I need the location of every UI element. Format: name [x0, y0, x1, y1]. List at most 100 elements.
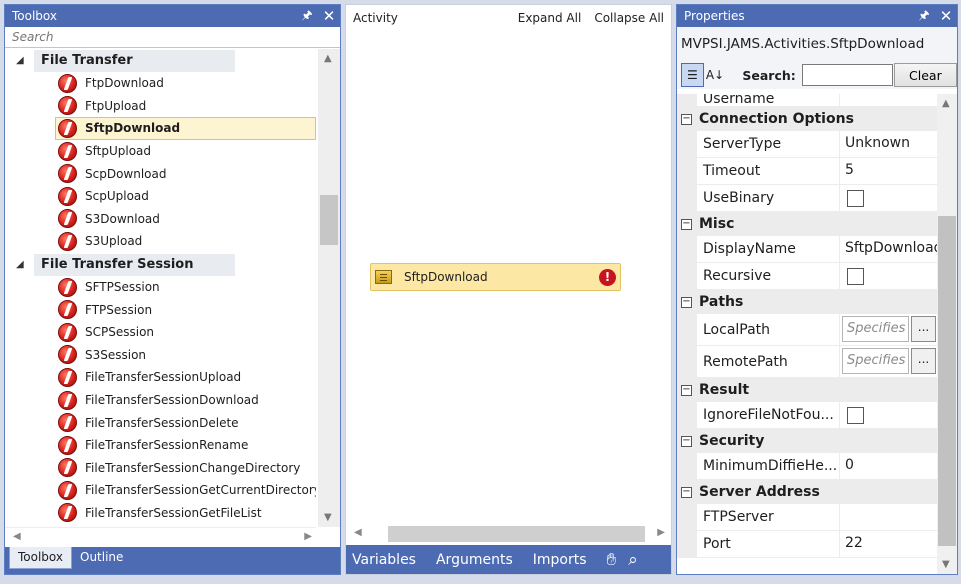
- close-icon[interactable]: ✕: [318, 7, 340, 25]
- arguments-tab[interactable]: Arguments: [436, 552, 513, 568]
- toolbox-item-session-change-directory[interactable]: FileTransferSessionChangeDirectory: [5, 457, 316, 480]
- category-security[interactable]: − Security: [677, 429, 937, 453]
- designer-horizontal-scrollbar[interactable]: ◀ ▶: [346, 523, 671, 545]
- toolbox-item-label: ScpUpload: [85, 189, 149, 204]
- remotepath-ellipsis-button[interactable]: ...: [911, 348, 936, 374]
- property-value[interactable]: 5: [840, 158, 937, 184]
- scrollbar-thumb[interactable]: [320, 195, 338, 245]
- activity-sftpdownload[interactable]: SftpDownload !: [370, 263, 621, 291]
- collapse-minus-icon[interactable]: −: [681, 384, 692, 396]
- close-icon[interactable]: ✕: [935, 7, 957, 25]
- toolbox-search-input[interactable]: [12, 30, 312, 44]
- remotepath-expression-input[interactable]: Specifies: [842, 348, 909, 374]
- property-row-servertype[interactable]: ServerType Unknown: [677, 131, 937, 158]
- scroll-down-icon[interactable]: ▼: [942, 559, 950, 570]
- property-value[interactable]: [840, 94, 937, 106]
- designer-breadcrumb[interactable]: Activity: [353, 11, 505, 25]
- collapse-minus-icon[interactable]: −: [681, 296, 692, 308]
- category-server-address[interactable]: − Server Address: [677, 480, 937, 504]
- properties-vertical-scrollbar[interactable]: ▲ ▼: [937, 94, 957, 574]
- localpath-ellipsis-button[interactable]: ...: [911, 316, 936, 342]
- localpath-expression-input[interactable]: Specifies: [842, 316, 909, 342]
- imports-tab[interactable]: Imports: [533, 552, 587, 568]
- property-row-remotepath[interactable]: RemotePath Specifies...: [677, 346, 937, 378]
- scrollbar-thumb[interactable]: [938, 216, 956, 546]
- toolbox-group-file-transfer[interactable]: ◢ File Transfer: [5, 50, 316, 72]
- toolbox-item-scpsession[interactable]: SCPSession: [5, 321, 316, 344]
- property-value[interactable]: SftpDownload: [840, 236, 937, 262]
- toolbox-item-s3session[interactable]: S3Session: [5, 344, 316, 367]
- toolbox-horizontal-scrollbar[interactable]: ◀ ▶: [5, 527, 316, 547]
- category-result[interactable]: − Result: [677, 378, 937, 402]
- usebinary-checkbox[interactable]: [847, 190, 864, 207]
- designer-canvas[interactable]: SftpDownload !: [346, 31, 671, 523]
- properties-search-input[interactable]: [801, 64, 893, 86]
- validation-error-icon[interactable]: !: [599, 268, 616, 286]
- toolbox-item-session-rename[interactable]: FileTransferSessionRename: [5, 434, 316, 457]
- toolbox-item-session-get-file-list[interactable]: FileTransferSessionGetFileList: [5, 502, 316, 525]
- scroll-right-icon[interactable]: ▶: [657, 527, 665, 538]
- collapse-all-link[interactable]: Collapse All: [594, 11, 664, 25]
- collapse-minus-icon[interactable]: −: [681, 113, 692, 125]
- property-row-usebinary[interactable]: UseBinary: [677, 185, 937, 212]
- scroll-down-icon[interactable]: ▼: [324, 512, 332, 523]
- clear-search-button[interactable]: Clear: [893, 63, 957, 87]
- category-connection-options[interactable]: − Connection Options: [677, 107, 937, 131]
- property-value[interactable]: Unknown: [840, 131, 937, 157]
- categorized-view-icon[interactable]: ☰: [681, 63, 704, 87]
- property-row-localpath[interactable]: LocalPath Specifies...: [677, 314, 937, 346]
- property-row-displayname[interactable]: DisplayName SftpDownload: [677, 236, 937, 263]
- toolbox-item-scpdownload[interactable]: ScpDownload: [5, 162, 316, 185]
- toolbox-item-ftpsession[interactable]: FTPSession: [5, 298, 316, 321]
- scroll-up-icon[interactable]: ▲: [324, 53, 332, 64]
- toolbox-item-s3download[interactable]: S3Download: [5, 208, 316, 231]
- property-value[interactable]: 22: [840, 531, 937, 557]
- property-value[interactable]: 0: [840, 453, 937, 479]
- ignorefilenotfound-checkbox[interactable]: [847, 407, 864, 424]
- category-paths[interactable]: − Paths: [677, 290, 937, 314]
- scrollbar-thumb[interactable]: [388, 526, 645, 542]
- collapse-minus-icon[interactable]: −: [681, 435, 692, 447]
- toolbox-item-session-upload[interactable]: FileTransferSessionUpload: [5, 366, 316, 389]
- sort-alphabetical-icon[interactable]: A↓: [704, 63, 727, 87]
- property-row-minimumdiffiehellman[interactable]: MinimumDiffieHe... 0: [677, 453, 937, 480]
- collapse-minus-icon[interactable]: −: [681, 218, 692, 230]
- scroll-left-icon[interactable]: ◀: [13, 531, 21, 542]
- variables-tab[interactable]: Variables: [352, 552, 416, 568]
- toolbox-item-session-get-current-directory[interactable]: FileTransferSessionGetCurrentDirectory: [5, 479, 316, 502]
- zoom-magnifier-icon[interactable]: ⌕: [628, 550, 638, 570]
- property-row-timeout[interactable]: Timeout 5: [677, 158, 937, 185]
- collapse-triangle-icon[interactable]: ◢: [16, 55, 24, 66]
- toolbox-item-ftpdownload[interactable]: FtpDownload: [5, 72, 316, 95]
- collapse-triangle-icon[interactable]: ◢: [16, 259, 24, 270]
- pin-icon[interactable]: 🖈︎: [296, 6, 318, 27]
- toolbox-item-scpupload[interactable]: ScpUpload: [5, 185, 316, 208]
- property-value[interactable]: [840, 504, 937, 530]
- activity-label: SftpDownload: [404, 270, 488, 284]
- property-row-ignorefilenotfound[interactable]: IgnoreFileNotFou...: [677, 402, 937, 429]
- tab-outline[interactable]: Outline: [72, 547, 131, 569]
- scroll-right-icon[interactable]: ▶: [304, 531, 312, 542]
- property-row-recursive[interactable]: Recursive: [677, 263, 937, 290]
- tab-toolbox[interactable]: Toolbox: [9, 547, 72, 569]
- scroll-up-icon[interactable]: ▲: [942, 98, 950, 109]
- toolbox-item-s3upload[interactable]: S3Upload: [5, 230, 316, 253]
- scroll-left-icon[interactable]: ◀: [354, 527, 362, 538]
- pan-hand-icon[interactable]: ✋︎: [607, 550, 617, 570]
- toolbox-item-sftpdownload[interactable]: SftpDownload: [55, 117, 316, 140]
- toolbox-item-session-delete[interactable]: FileTransferSessionDelete: [5, 411, 316, 434]
- collapse-minus-icon[interactable]: −: [681, 486, 692, 498]
- toolbox-group-file-transfer-session[interactable]: ◢ File Transfer Session: [5, 253, 316, 276]
- property-row-port[interactable]: Port 22: [677, 531, 937, 558]
- toolbox-item-session-download[interactable]: FileTransferSessionDownload: [5, 389, 316, 412]
- toolbox-item-sftpupload[interactable]: SftpUpload: [5, 140, 316, 163]
- toolbox-item-sftpsession[interactable]: SFTPSession: [5, 276, 316, 299]
- expand-all-link[interactable]: Expand All: [518, 11, 582, 25]
- property-row-username[interactable]: Username: [677, 94, 937, 107]
- pin-icon[interactable]: 🖈︎: [913, 6, 935, 27]
- toolbox-item-ftpupload[interactable]: FtpUpload: [5, 95, 316, 118]
- property-row-ftpserver[interactable]: FTPServer: [677, 504, 937, 531]
- recursive-checkbox[interactable]: [847, 268, 864, 285]
- toolbox-vertical-scrollbar[interactable]: ▲ ▼: [318, 49, 340, 527]
- category-misc[interactable]: − Misc: [677, 212, 937, 236]
